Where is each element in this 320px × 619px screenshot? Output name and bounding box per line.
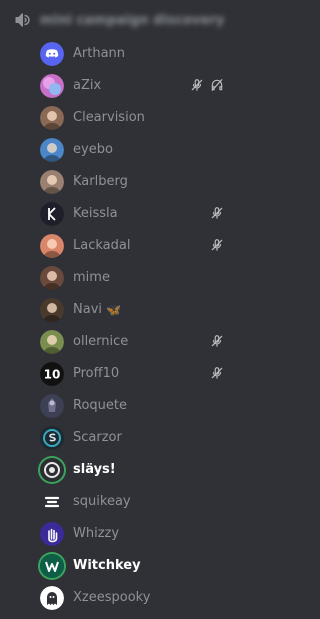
voice-status-icons	[210, 238, 224, 252]
person-avatar-icon	[40, 234, 64, 258]
butterfly-emoji: 🦋	[106, 303, 121, 317]
voice-user-name: eyebo	[73, 142, 113, 157]
deafened-headset-icon	[211, 79, 223, 91]
voice-user-row[interactable]: Keissla	[34, 198, 234, 230]
ghost-avatar-icon	[40, 586, 64, 610]
voice-channel-header[interactable]: mini campaign discovery	[6, 6, 234, 34]
muted-mic-icon	[211, 367, 223, 379]
voice-user-list: Arthann aZix Clearvision eyebo Karlberg Keiss…	[34, 38, 234, 614]
voice-user-name: Proff10	[73, 366, 120, 381]
hand-logo-icon	[40, 522, 64, 546]
discord-logo-icon	[40, 42, 64, 66]
voice-user-row[interactable]: Whizzy	[34, 518, 234, 550]
voice-user-name: Witchkey	[73, 558, 141, 573]
voice-status-icons	[210, 334, 224, 348]
voice-user-row[interactable]: Lackadal	[34, 230, 234, 262]
w-logo-icon	[40, 554, 64, 578]
voice-user-name: Roquete	[73, 398, 127, 413]
person-avatar-icon	[40, 106, 64, 130]
voice-user-name: squikeay	[73, 494, 131, 509]
voice-user-row[interactable]: Karlberg	[34, 166, 234, 198]
voice-user-row[interactable]: Clearvision	[34, 102, 234, 134]
stripes-logo-icon	[40, 490, 64, 514]
person-avatar-icon	[40, 330, 64, 354]
voice-user-name: Navi	[73, 302, 102, 317]
muted-mic-icon	[211, 335, 223, 347]
voice-user-name: Karlberg	[73, 174, 128, 189]
voice-user-name: mime	[73, 270, 110, 285]
voice-user-name: Keissla	[73, 206, 118, 221]
voice-user-name: aZix	[73, 78, 102, 93]
voice-channel-panel: mini campaign discovery Arthann aZix Clear…	[0, 0, 240, 619]
s-emblem-icon	[40, 426, 64, 450]
voice-user-name: Whizzy	[73, 526, 120, 541]
voice-user-row[interactable]: Scarzor	[34, 422, 234, 454]
muted-mic-icon	[211, 207, 223, 219]
k-logo-icon	[40, 202, 64, 226]
voice-user-name: Lackadal	[73, 238, 131, 253]
voice-user-name: Scarzor	[73, 430, 122, 445]
voice-user-name: Arthann	[73, 46, 126, 61]
voice-user-name: ollernice	[73, 334, 129, 349]
voice-status-icons	[210, 206, 224, 220]
voice-user-row[interactable]: 10 Proff10	[34, 358, 234, 390]
voice-user-name: Clearvision	[73, 110, 145, 125]
pastel-avatar-icon	[40, 74, 64, 98]
muted-mic-icon	[211, 239, 223, 251]
character-avatar-icon	[40, 394, 64, 418]
speaker-icon	[15, 13, 30, 27]
voice-status-icons	[190, 78, 224, 92]
person-avatar-icon	[40, 138, 64, 162]
voice-channel-name: mini campaign discovery	[40, 12, 225, 28]
muted-mic-icon	[191, 79, 203, 91]
text-10-avatar-icon: 10	[40, 362, 64, 386]
person-avatar-icon	[40, 298, 64, 322]
person-avatar-icon	[40, 266, 64, 290]
svg-text:10: 10	[44, 368, 61, 382]
voice-user-row[interactable]: Witchkey	[34, 550, 234, 582]
person-avatar-icon	[40, 170, 64, 194]
voice-status-icons	[210, 366, 224, 380]
voice-user-row[interactable]: Arthann	[34, 38, 234, 70]
voice-user-row[interactable]: aZix	[34, 70, 234, 102]
voice-user-name: släys!	[73, 462, 116, 477]
voice-user-row[interactable]: squikeay	[34, 486, 234, 518]
swirl-avatar-icon	[40, 458, 64, 482]
voice-user-row[interactable]: eyebo	[34, 134, 234, 166]
voice-user-row[interactable]: Roquete	[34, 390, 234, 422]
voice-user-row[interactable]: släys!	[34, 454, 234, 486]
voice-user-row[interactable]: mime	[34, 262, 234, 294]
voice-user-row[interactable]: Navi 🦋	[34, 294, 234, 326]
voice-user-row[interactable]: ollernice	[34, 326, 234, 358]
voice-user-name: Xzeespooky	[73, 590, 151, 605]
voice-user-row[interactable]: Xzeespooky	[34, 582, 234, 614]
